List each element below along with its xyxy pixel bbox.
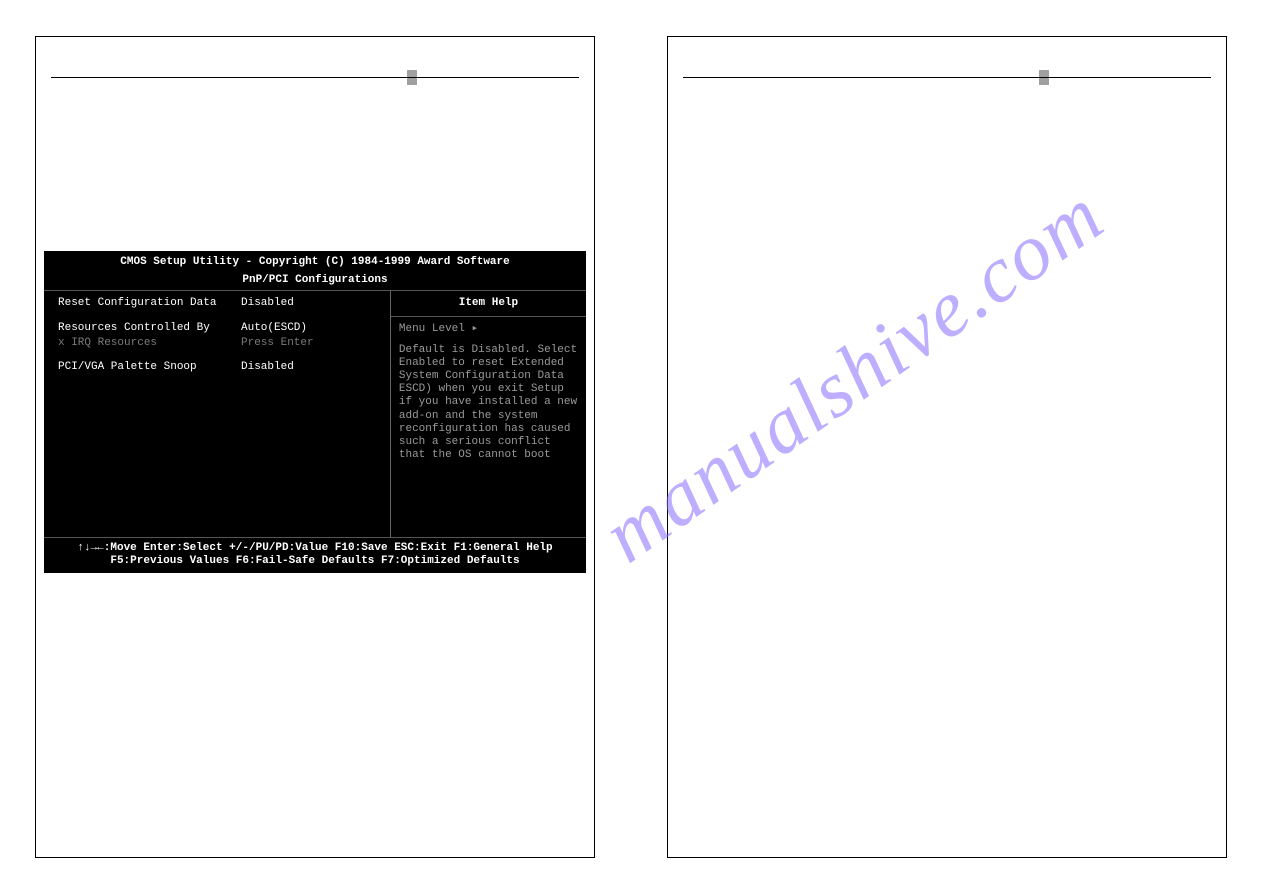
bios-footer: ↑↓→←:Move Enter:Select +/-/PU/PD:Value F… [44, 538, 586, 572]
option-label: Resources Controlled By [58, 322, 241, 335]
option-label: x IRQ Resources [58, 337, 241, 350]
menu-level: Menu Level ▸ [399, 323, 578, 336]
document-page-left: CMOS Setup Utility - Copyright (C) 1984-… [35, 36, 595, 858]
bios-options-panel: Reset Configuration Data Disabled Resour… [44, 291, 391, 537]
bios-body: Reset Configuration Data Disabled Resour… [44, 290, 586, 538]
page-header-rule [683, 77, 1211, 79]
footer-line2: F5:Previous Values F6:Fail-Safe Defaults… [44, 555, 586, 568]
option-row[interactable]: Reset Configuration Data Disabled [58, 297, 382, 310]
bios-help-panel: Item Help Menu Level ▸ Default is Disabl… [391, 291, 586, 537]
option-row[interactable]: Resources Controlled By Auto(ESCD) [58, 322, 382, 335]
bios-title: CMOS Setup Utility - Copyright (C) 1984-… [44, 251, 586, 274]
option-row[interactable]: PCI/VGA Palette Snoop Disabled [58, 361, 382, 374]
option-value: Disabled [241, 297, 294, 310]
document-page-right [667, 36, 1227, 858]
option-value: Disabled [241, 361, 294, 374]
option-label: PCI/VGA Palette Snoop [58, 361, 241, 374]
bios-subtitle: PnP/PCI Configurations [44, 274, 586, 291]
option-value: Auto(ESCD) [241, 322, 307, 335]
option-value: Press Enter [241, 337, 314, 350]
bios-screenshot: CMOS Setup Utility - Copyright (C) 1984-… [44, 251, 586, 573]
page-header-rule [51, 77, 579, 79]
footer-line1: ↑↓→←:Move Enter:Select +/-/PU/PD:Value F… [44, 542, 586, 555]
option-row-disabled: x IRQ Resources Press Enter [58, 337, 382, 350]
help-text: Default is Disabled. Select Enabled to r… [399, 344, 578, 463]
help-header: Item Help [391, 291, 586, 317]
option-label: Reset Configuration Data [58, 297, 241, 310]
